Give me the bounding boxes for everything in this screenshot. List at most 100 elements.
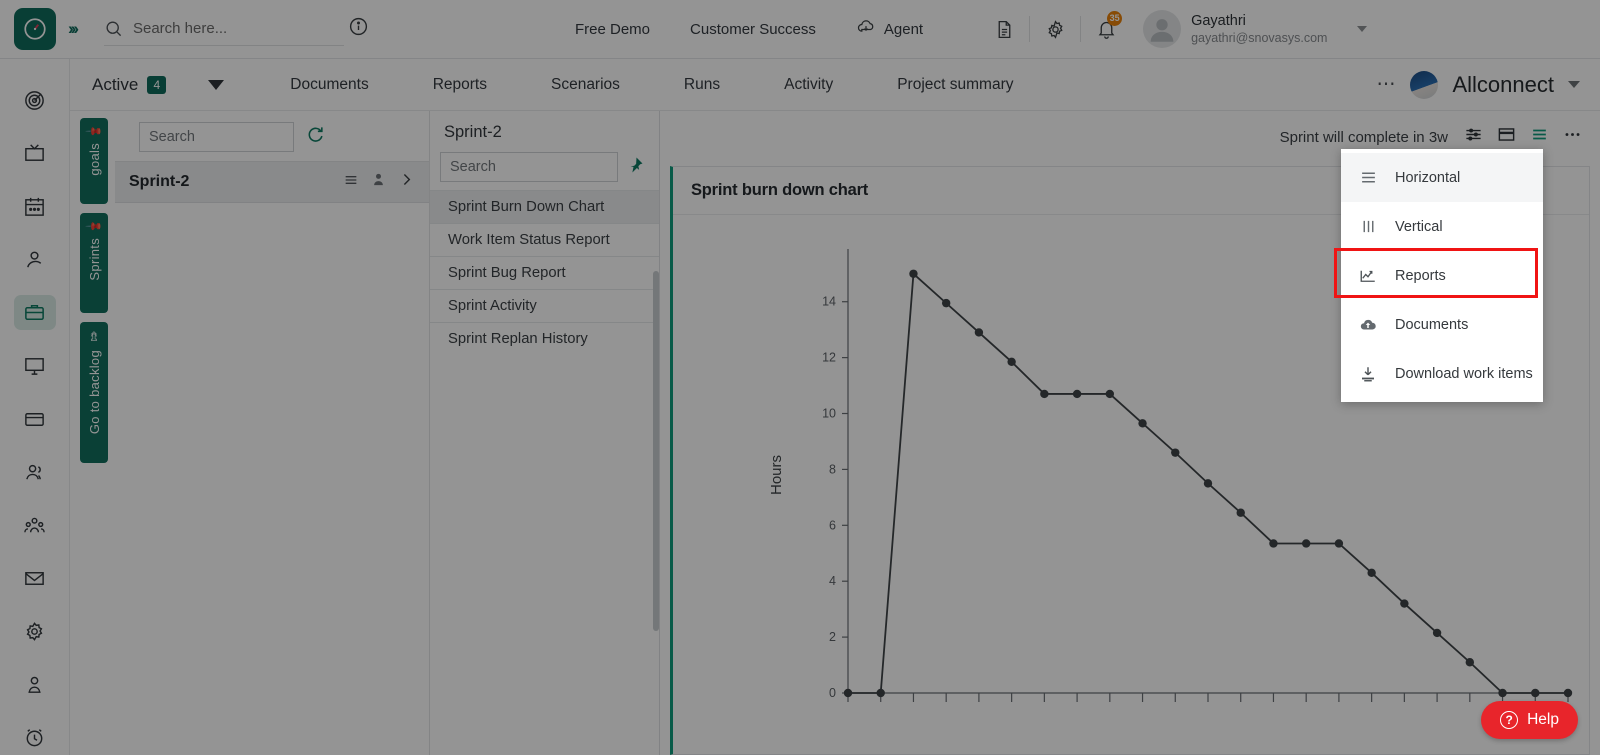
agent-button[interactable]: Agent	[840, 9, 939, 49]
download-icon	[1359, 365, 1377, 383]
help-button[interactable]: ? Help	[1481, 701, 1578, 739]
avatar	[1143, 10, 1181, 48]
report-item-work-item-status[interactable]: Work Item Status Report	[430, 223, 659, 256]
reports-scrollbar[interactable]	[653, 271, 659, 631]
question-circle-icon: ?	[1500, 711, 1518, 729]
arrow-up-icon: ⇯	[89, 329, 100, 345]
help-button-label: Help	[1527, 711, 1559, 729]
list-view-icon[interactable]	[1530, 125, 1549, 149]
document-icon[interactable]	[979, 8, 1029, 50]
global-search[interactable]	[104, 12, 344, 46]
vertical-tab-backlog[interactable]: ⇯ Go to backlog	[80, 322, 108, 463]
user-menu-chevron-down-icon[interactable]	[1357, 26, 1367, 32]
sidebar-item-people[interactable]	[14, 455, 56, 490]
sidebar-item-tv[interactable]	[14, 136, 56, 171]
status-filter[interactable]: Active 4	[92, 75, 166, 95]
app-root: ››› Free Demo Customer Success	[0, 0, 1600, 755]
agent-label: Agent	[884, 21, 923, 38]
notification-badge: 35	[1107, 11, 1122, 26]
tab-project-summary[interactable]: Project summary	[875, 67, 1035, 103]
user-filled-icon[interactable]	[371, 172, 386, 192]
customer-success-button[interactable]: Customer Success	[674, 13, 832, 46]
nav-tabs: Documents Reports Scenarios Runs Activit…	[258, 67, 1045, 103]
search-input[interactable]	[133, 20, 293, 37]
tab-activity[interactable]: Activity	[762, 67, 855, 103]
sprint-list-item[interactable]: Sprint-2	[115, 161, 429, 203]
sidebar-item-team[interactable]	[14, 508, 56, 543]
menu-item-reports-label: Reports	[1395, 268, 1446, 284]
svg-text:6: 6	[829, 518, 836, 532]
tab-reports[interactable]: Reports	[411, 67, 509, 103]
reports-panel: Sprint-2 Sprint Burn Down Chart Work Ite…	[430, 111, 660, 755]
report-item-bug-report[interactable]: Sprint Bug Report	[430, 256, 659, 289]
project-selector-group: ⋯ Allconnect	[1376, 71, 1580, 99]
header-icon-group: 35	[979, 8, 1131, 50]
status-label: Active	[92, 75, 138, 95]
svg-text:2: 2	[829, 630, 836, 644]
double-chevron-right-icon[interactable]: ›››	[68, 19, 76, 39]
horizontal-lines-icon	[1359, 169, 1377, 186]
view-options-dropdown: Horizontal Vertical Reports Docu	[1341, 149, 1543, 402]
app-logo[interactable]	[14, 8, 56, 50]
chevron-right-icon[interactable]	[398, 171, 415, 193]
menu-item-vertical-label: Vertical	[1395, 219, 1443, 235]
vertical-tab-goals-label: goals	[87, 143, 102, 176]
bell-icon[interactable]: 35	[1081, 8, 1131, 50]
report-item-replan-history[interactable]: Sprint Replan History	[430, 322, 659, 355]
line-chart-icon	[1359, 267, 1377, 285]
report-item-burn-down[interactable]: Sprint Burn Down Chart	[430, 190, 659, 223]
tab-runs[interactable]: Runs	[662, 67, 742, 103]
pin-icon: 📌	[85, 122, 104, 141]
sidebar-item-monitor[interactable]	[14, 348, 56, 383]
menu-item-horizontal[interactable]: Horizontal	[1341, 153, 1543, 202]
header-links: Free Demo Customer Success Agent	[559, 9, 939, 49]
svg-text:8: 8	[829, 462, 836, 476]
sidebar-item-card[interactable]	[14, 401, 56, 436]
sidebar-item-person[interactable]	[14, 242, 56, 277]
top-header: ››› Free Demo Customer Success	[0, 0, 1600, 59]
reports-panel-title: Sprint-2	[430, 111, 659, 152]
gear-icon[interactable]	[1030, 8, 1080, 50]
sidebar-item-mail[interactable]	[14, 561, 56, 596]
refresh-ccw-icon[interactable]	[306, 125, 325, 150]
sidebar-item-clock[interactable]	[14, 720, 56, 755]
reports-search-row	[430, 152, 659, 190]
free-demo-button[interactable]: Free Demo	[559, 13, 666, 46]
user-menu[interactable]: Gayathri gayathri@snovasys.com	[1143, 10, 1327, 48]
sprint-search-input[interactable]	[139, 122, 294, 152]
board-view-icon[interactable]	[1497, 125, 1516, 149]
vertical-bars-icon	[1359, 218, 1377, 235]
filter-sliders-icon[interactable]	[1464, 125, 1483, 149]
sidebar-item-projects[interactable]	[14, 295, 56, 330]
menu-item-documents[interactable]: Documents	[1341, 300, 1543, 349]
reports-search-input[interactable]	[440, 152, 618, 182]
pin-icon[interactable]	[626, 156, 644, 179]
hamburger-icon[interactable]	[343, 172, 359, 193]
info-circle-icon[interactable]	[348, 16, 369, 42]
sprint-name: Sprint-2	[129, 173, 189, 191]
menu-item-horizontal-label: Horizontal	[1395, 170, 1460, 186]
tab-documents[interactable]: Documents	[268, 67, 390, 103]
sidebar-item-calendar[interactable]	[14, 189, 56, 224]
menu-item-reports[interactable]: Reports	[1341, 251, 1543, 300]
cloud-upload-icon	[1359, 316, 1377, 334]
sprints-panel: Sprint-2	[115, 111, 430, 755]
project-name[interactable]: Allconnect	[1452, 72, 1554, 98]
triangle-down-icon[interactable]	[208, 80, 224, 90]
cloud-download-icon	[856, 17, 876, 41]
sidebar-item-account[interactable]	[14, 667, 56, 702]
ellipsis-icon[interactable]: ⋯	[1376, 73, 1396, 96]
vertical-tab-goals[interactable]: 📌 goals	[80, 118, 108, 204]
more-options-icon[interactable]	[1563, 125, 1582, 149]
sidebar-item-target[interactable]	[14, 83, 56, 118]
report-item-sprint-activity[interactable]: Sprint Activity	[430, 289, 659, 322]
sprint-search-row	[115, 111, 429, 161]
user-email: gayathri@snovasys.com	[1191, 30, 1327, 46]
tab-scenarios[interactable]: Scenarios	[529, 67, 642, 103]
vertical-tab-sprints[interactable]: 📌 Sprints	[80, 213, 108, 313]
menu-item-download-work-items[interactable]: Download work items	[1341, 349, 1543, 398]
sidebar-item-settings[interactable]	[14, 614, 56, 649]
left-sidebar	[0, 59, 70, 755]
project-chevron-down-icon[interactable]	[1568, 81, 1580, 88]
menu-item-vertical[interactable]: Vertical	[1341, 202, 1543, 251]
